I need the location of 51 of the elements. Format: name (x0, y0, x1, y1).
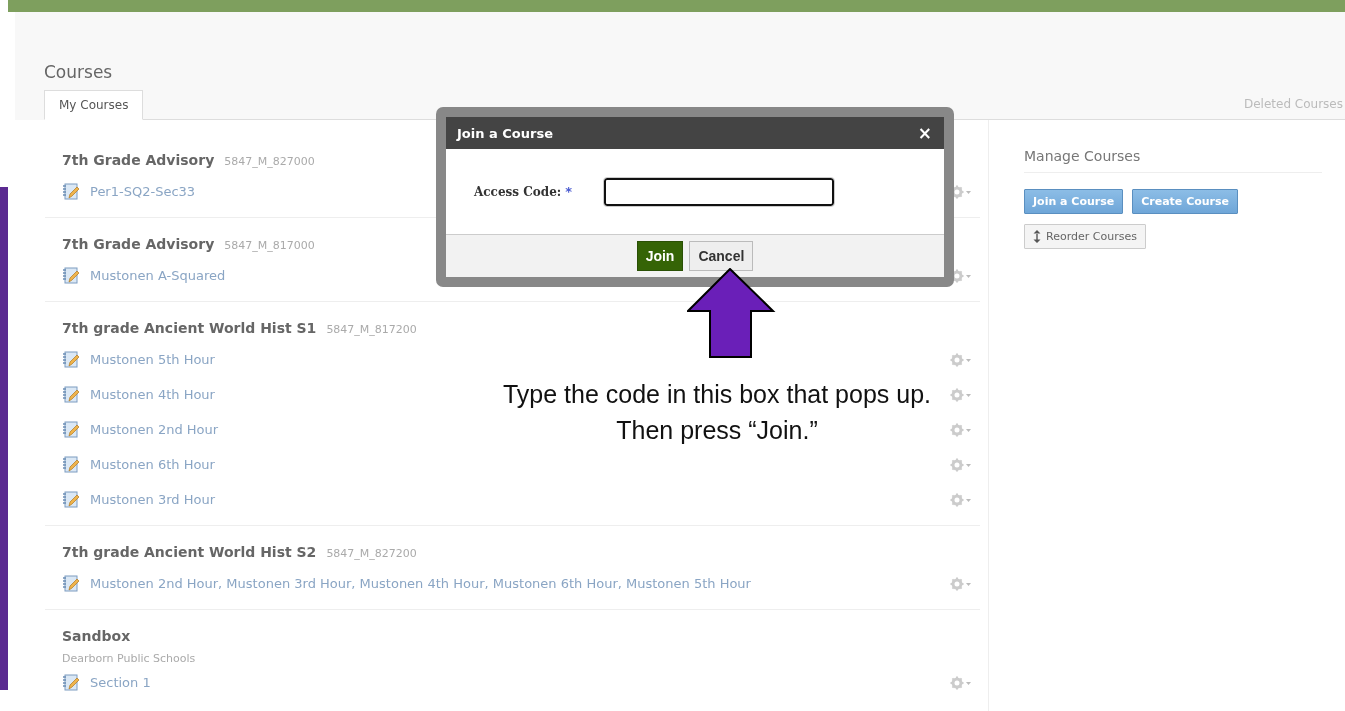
notebook-pencil-icon (62, 420, 80, 439)
course-title: 7th grade Ancient World Hist S2 (62, 544, 317, 560)
section-link[interactable]: Mustonen 6th Hour (90, 457, 215, 472)
access-code-field[interactable] (604, 177, 835, 206)
dialog-title: Join a Course (457, 125, 553, 141)
sidebar-title: Manage Courses (1024, 148, 1322, 173)
page-title: Courses (44, 62, 114, 84)
cancel-button[interactable]: Cancel (689, 241, 754, 271)
notebook-pencil-icon (62, 673, 80, 692)
course-title: 7th Grade Advisory (62, 236, 215, 252)
tab[interactable]: My Courses (44, 90, 144, 120)
section-link[interactable]: Mustonen 5th Hour (90, 352, 215, 367)
gear-dropdown-icon[interactable] (950, 457, 972, 472)
notebook-pencil-icon (62, 350, 80, 369)
section-link[interactable]: Mustonen A-Squared (90, 268, 226, 283)
gear-dropdown-icon[interactable] (950, 387, 972, 402)
course-button[interactable]: Join a Course (1024, 189, 1124, 214)
section-link[interactable]: Per1-SQ2-Sec33 (90, 184, 196, 199)
annotation-text: Type the code in this box that pops up. Then press “Join.” (501, 379, 933, 446)
course-code: 5847_M_817200 (326, 323, 417, 336)
notebook-pencil-icon (62, 490, 80, 509)
gear-dropdown-icon[interactable] (950, 492, 972, 507)
required-mark: * (565, 184, 573, 199)
notebook-pencil-icon (62, 266, 80, 285)
reorder-button[interactable]: Reorder Courses (1024, 224, 1146, 249)
section-link[interactable]: Mustonen 2nd Hour (90, 422, 219, 437)
section-link[interactable]: Mustonen 2nd Hour, Mustonen 3rd Hour, Mustonen 4th Hour, Mustonen 6th Hour, Mustonen 5th Hour (90, 576, 751, 591)
gear-dropdown-icon[interactable] (950, 675, 972, 690)
course-code: 5847_M_827000 (224, 155, 315, 168)
gear-dropdown-icon[interactable] (950, 422, 972, 437)
notebook-pencil-icon (62, 385, 80, 404)
deleted-courses-link[interactable]: Deleted Courses (1244, 97, 1345, 119)
close-button[interactable]: × (917, 123, 932, 143)
course-code: 5847_M_817000 (224, 239, 315, 252)
section-link[interactable]: Section 1 (90, 675, 151, 690)
join-button[interactable]: Join (636, 241, 684, 271)
notebook-pencil-icon (62, 455, 80, 474)
notebook-pencil-icon (62, 574, 80, 593)
course-code: 5847_M_827200 (326, 547, 417, 560)
notebook-pencil-icon (62, 182, 80, 201)
course-button[interactable]: Create Course (1132, 189, 1239, 214)
school-name: Dearborn Public Schools (61, 652, 197, 665)
gear-dropdown-icon[interactable] (950, 576, 972, 591)
section-link[interactable]: Mustonen 3rd Hour (90, 492, 215, 507)
course-title: 7th grade Ancient World Hist S1 (62, 320, 317, 336)
section-link[interactable]: Mustonen 4th Hour (90, 387, 215, 402)
course-title: 7th Grade Advisory (62, 152, 215, 168)
gear-dropdown-icon[interactable] (950, 352, 972, 367)
up-down-arrow-icon (1033, 230, 1041, 243)
field-label: Access Code: (474, 184, 562, 199)
course-title: Sandbox (62, 628, 131, 644)
